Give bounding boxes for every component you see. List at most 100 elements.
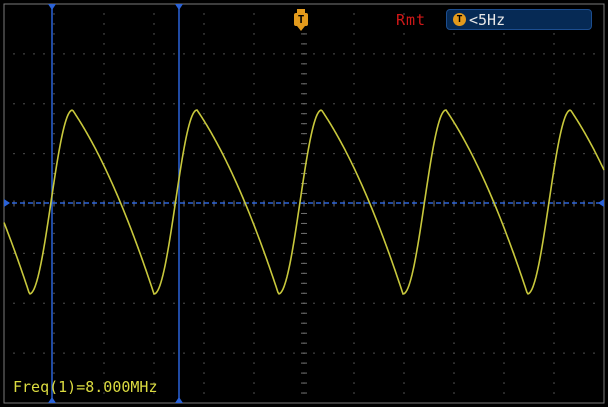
grid-dot xyxy=(103,83,105,85)
grid-dot xyxy=(313,352,315,354)
grid-dot xyxy=(153,143,155,145)
grid-dot xyxy=(153,63,155,65)
grid-dot xyxy=(493,103,495,105)
grid-dot xyxy=(153,93,155,95)
grid-dot xyxy=(403,392,405,394)
grid-dot xyxy=(253,352,255,354)
grid-dot xyxy=(53,73,55,75)
grid-dot xyxy=(483,53,485,55)
grid-dot xyxy=(103,143,105,145)
grid-dot xyxy=(203,123,205,125)
grid-dot xyxy=(133,352,135,354)
grid-dot xyxy=(23,252,25,254)
grid-dot xyxy=(23,53,25,55)
grid-dot xyxy=(33,53,35,55)
grid-dot xyxy=(593,153,595,155)
grid-dot xyxy=(503,163,505,165)
grid-dot xyxy=(223,352,225,354)
grid-dot xyxy=(543,252,545,254)
grid-dot xyxy=(13,252,15,254)
grid-dot xyxy=(253,302,255,304)
grid-dot xyxy=(403,163,405,165)
grid-dot xyxy=(503,312,505,314)
grid-dot xyxy=(343,153,345,155)
grid-dot xyxy=(213,252,215,254)
grid-dot xyxy=(493,53,495,55)
grid-dot xyxy=(583,352,585,354)
grid-dot xyxy=(583,103,585,105)
grid-dot xyxy=(153,182,155,185)
grid-dot xyxy=(433,352,435,354)
grid-dot xyxy=(503,352,505,354)
grid-dot xyxy=(573,352,575,354)
grid-dot xyxy=(13,53,15,55)
grid-dot xyxy=(593,53,595,55)
grid-dot xyxy=(143,103,145,105)
grid-dot xyxy=(403,222,405,225)
grid-dot xyxy=(553,153,555,155)
grid-dot xyxy=(553,382,555,384)
grid-dot xyxy=(353,83,355,85)
grid-dot xyxy=(153,192,155,195)
grid-dot xyxy=(83,103,85,105)
grid-dot xyxy=(243,352,245,354)
grid-dot xyxy=(163,352,165,354)
grid-dot xyxy=(353,222,355,225)
trigger-status-box[interactable]: T <5Hz xyxy=(446,9,592,30)
grid-dot xyxy=(353,352,355,354)
grid-dot xyxy=(203,103,205,105)
grid-dot xyxy=(353,133,355,135)
grid-dot xyxy=(253,133,255,135)
grid-dot xyxy=(523,103,525,105)
grid-dot xyxy=(403,93,405,95)
grid-dot xyxy=(353,392,355,394)
grid-dot xyxy=(93,53,95,55)
grid-dot xyxy=(13,302,15,304)
trigger-position-marker[interactable]: T xyxy=(294,9,308,31)
grid-dot xyxy=(343,252,345,254)
grid-dot xyxy=(203,282,205,284)
grid-dot xyxy=(153,272,155,274)
grid-dot xyxy=(23,153,25,155)
grid-dot xyxy=(553,143,555,145)
grid-dot xyxy=(53,123,55,125)
grid-dot xyxy=(53,33,55,35)
grid-dot xyxy=(103,282,105,284)
grid-dot xyxy=(253,212,255,215)
grid-dot xyxy=(363,352,365,354)
grid-dot xyxy=(183,103,185,105)
grid-dot xyxy=(73,352,75,354)
grid-dot xyxy=(213,153,215,155)
grid-dot xyxy=(403,332,405,334)
grid-dot xyxy=(203,352,205,354)
grid-dot xyxy=(553,242,555,244)
grid-dot xyxy=(163,103,165,105)
grid-dot xyxy=(23,103,25,105)
grid-dot xyxy=(153,232,155,235)
grid-dot xyxy=(103,113,105,115)
grid-dot xyxy=(343,302,345,304)
grid-dot xyxy=(343,53,345,55)
grid-dot xyxy=(273,53,275,55)
grid-dot xyxy=(223,153,225,155)
grid-dot xyxy=(443,153,445,155)
grid-dot xyxy=(453,43,455,45)
grid-dot xyxy=(283,252,285,254)
grid-dot xyxy=(353,242,355,244)
grid-dot xyxy=(153,43,155,45)
grid-dot xyxy=(453,312,455,314)
grid-dot xyxy=(403,362,405,364)
grid-dot xyxy=(203,182,205,185)
grid-dot xyxy=(513,352,515,354)
grid-dot xyxy=(503,322,505,324)
grid-dot xyxy=(93,103,95,105)
grid-dot xyxy=(123,252,125,254)
grid-dot xyxy=(253,163,255,165)
grid-dot xyxy=(553,322,555,324)
grid-dot xyxy=(563,252,565,254)
grid-dot xyxy=(193,153,195,155)
grid-dot xyxy=(453,332,455,334)
grid-dot xyxy=(163,153,165,155)
grid-dot xyxy=(583,252,585,254)
grid-dot xyxy=(523,352,525,354)
